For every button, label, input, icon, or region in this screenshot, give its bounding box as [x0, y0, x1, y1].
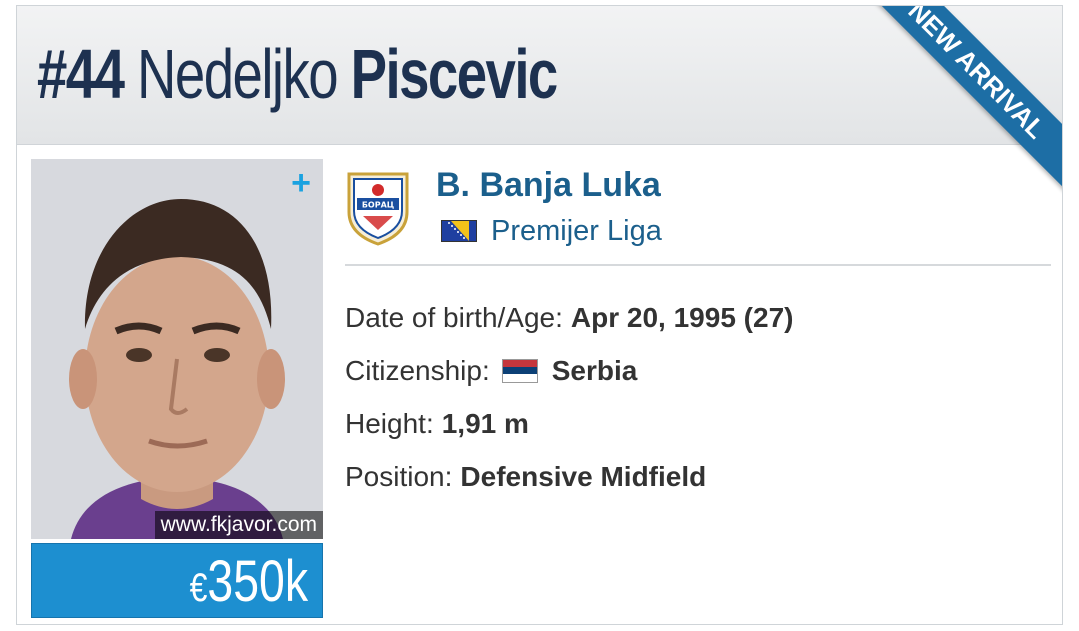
player-last-name: Piscevic — [350, 35, 559, 113]
market-value-currency: € — [189, 566, 208, 610]
height-label: Height: — [345, 407, 434, 439]
market-value-amount: 350k — [207, 549, 308, 614]
club-name-link[interactable]: B. Banja Luka — [436, 166, 661, 205]
player-details: Date of birth/Age: Apr 20, 1995 (27) Cit… — [345, 291, 793, 503]
height-row: Height: 1,91 m — [345, 397, 793, 450]
citizenship-row: Citizenship: Serbia — [345, 344, 793, 397]
citizenship-label: Citizenship: — [345, 354, 490, 386]
position-label: Position: — [345, 460, 453, 492]
height-value: 1,91 m — [441, 407, 529, 439]
market-value-box[interactable]: €350k — [31, 543, 323, 618]
market-value: €350k — [190, 550, 308, 620]
citizenship-value[interactable]: Serbia — [552, 355, 638, 387]
club-crest-text: БОРАЦ — [362, 201, 394, 210]
plus-icon[interactable]: + — [287, 166, 315, 200]
position-value: Defensive Midfield — [460, 460, 707, 492]
league-name-link[interactable]: Premijer Liga — [491, 215, 662, 248]
position-row: Position: Defensive Midfield — [345, 450, 793, 503]
dob-label: Date of birth/Age: — [345, 301, 563, 333]
player-portrait-image — [31, 159, 323, 539]
club-crest-icon[interactable]: БОРАЦ — [343, 168, 413, 246]
serbia-flag-icon — [501, 358, 538, 383]
player-number: #44 — [37, 35, 125, 113]
player-card: #44 Nedeljko Piscevic NEW ARRIVAL www.fk… — [16, 5, 1063, 625]
section-divider — [345, 264, 1051, 266]
bosnia-herzegovina-flag-icon — [441, 220, 477, 242]
photo-credit: www.fkjavor.com — [154, 511, 323, 539]
dob-row: Date of birth/Age: Apr 20, 1995 (27) — [345, 291, 793, 344]
dob-value: Apr 20, 1995 (27) — [570, 301, 794, 333]
player-photo[interactable]: www.fkjavor.com — [31, 159, 323, 539]
league-row: Premijer Liga — [441, 214, 662, 248]
player-title: #44 Nedeljko Piscevic — [37, 34, 559, 114]
player-first-name: Nedeljko — [137, 35, 339, 113]
